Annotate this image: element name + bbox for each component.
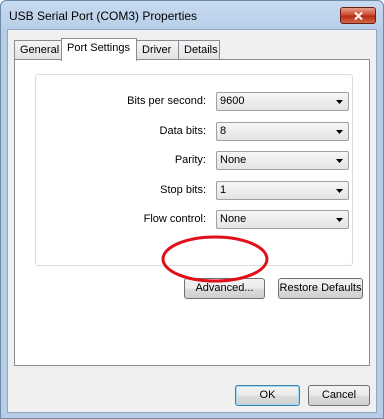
window-title: USB Serial Port (COM3) Properties	[9, 9, 198, 23]
tab-label: General	[20, 44, 60, 56]
chevron-down-icon	[336, 218, 343, 222]
flow-control-value: None	[220, 213, 247, 225]
flow-control-label: Flow control:	[143, 213, 206, 225]
chevron-down-icon	[336, 189, 343, 193]
tab-label: Details	[184, 44, 218, 56]
properties-window: USB Serial Port (COM3) Properties Genera…	[0, 0, 384, 419]
bits-per-second-select[interactable]: 9600	[216, 92, 349, 111]
chevron-down-icon	[336, 159, 343, 163]
stop-bits-value: 1	[220, 184, 227, 196]
tab-general[interactable]: General	[14, 40, 62, 59]
stop-bits-select[interactable]: 1	[216, 181, 349, 200]
tab-label: Port Settings	[67, 42, 130, 54]
data-bits-label: Data bits:	[159, 125, 206, 137]
title-bar[interactable]: USB Serial Port (COM3) Properties	[1, 1, 383, 29]
tab-port-settings[interactable]: Port Settings	[61, 38, 137, 61]
bits-per-second-value: 9600	[220, 95, 245, 107]
stop-bits-label: Stop bits:	[160, 184, 206, 196]
close-icon	[354, 12, 363, 20]
data-bits-select[interactable]: 8	[216, 122, 349, 141]
settings-group: Bits per second: 9600 Data bits: 8 Parit…	[35, 74, 353, 266]
cancel-button[interactable]: Cancel	[308, 385, 370, 406]
data-bits-value: 8	[220, 125, 227, 137]
tab-details[interactable]: Details	[178, 40, 220, 59]
flow-control-select[interactable]: None	[216, 210, 349, 229]
restore-defaults-button[interactable]: Restore Defaults	[278, 278, 363, 299]
parity-select[interactable]: None	[216, 151, 349, 170]
chevron-down-icon	[336, 130, 343, 134]
advanced-button[interactable]: Advanced...	[184, 278, 265, 299]
dialog-client-area: General Port Settings Driver Details Bit…	[7, 29, 377, 413]
tab-driver[interactable]: Driver	[136, 40, 179, 59]
port-settings-panel: Bits per second: 9600 Data bits: 8 Parit…	[14, 59, 370, 366]
tab-label: Driver	[142, 44, 172, 56]
parity-value: None	[220, 154, 247, 166]
ok-button[interactable]: OK	[235, 385, 300, 406]
chevron-down-icon	[336, 100, 343, 104]
close-button[interactable]	[340, 7, 376, 24]
bits-per-second-label: Bits per second:	[127, 95, 206, 107]
parity-label: Parity:	[174, 154, 206, 166]
